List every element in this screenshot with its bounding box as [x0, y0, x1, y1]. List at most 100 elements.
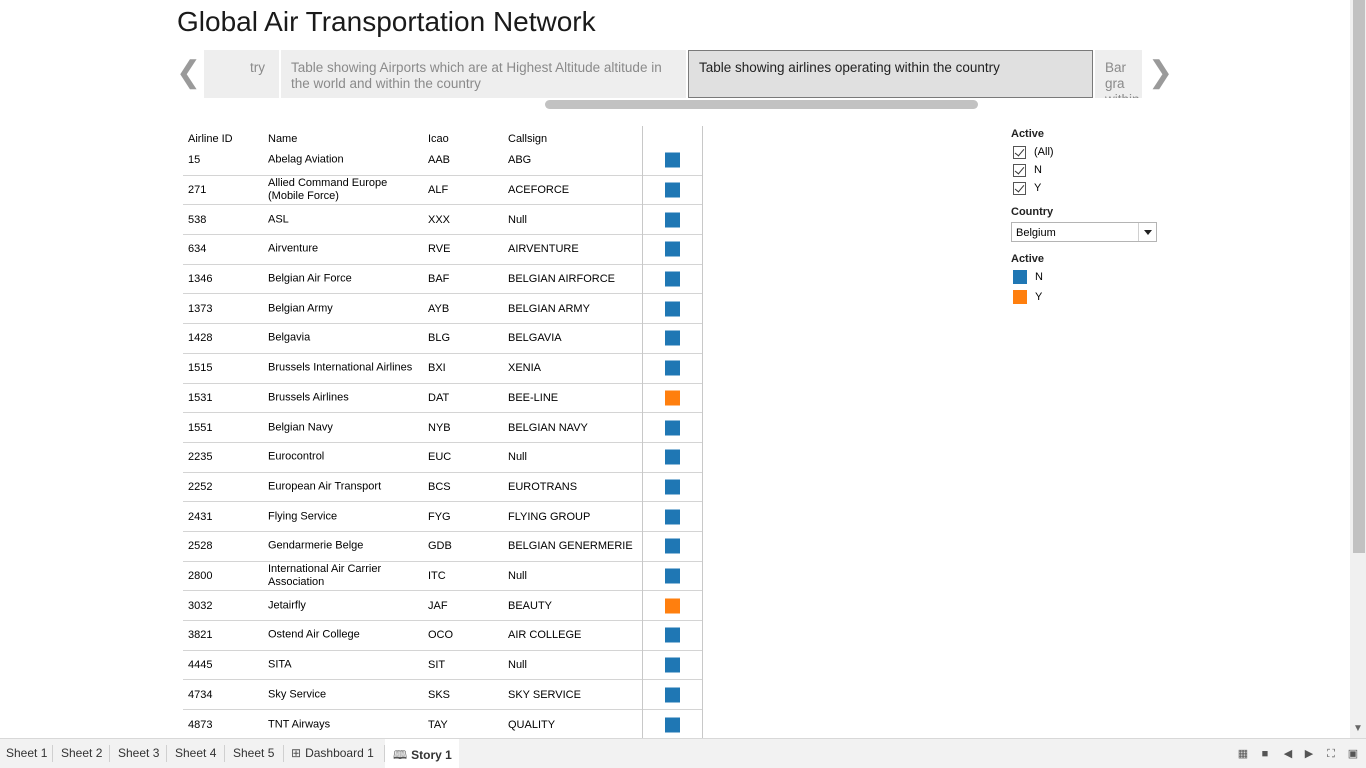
active-color-mark[interactable]: [665, 330, 680, 346]
active-color-mark[interactable]: [665, 212, 680, 228]
legend-item-y[interactable]: Y: [1013, 287, 1161, 307]
table-row[interactable]: 1551 Belgian Navy NYB BELGIAN NAVY: [183, 413, 702, 443]
table-header: Airline ID Name Icao Callsign: [183, 126, 702, 146]
next-story-point-arrow-icon[interactable]: ❯: [1148, 58, 1173, 90]
table-row[interactable]: 271 Allied Command Europe (Mobile Force) A…: [183, 176, 702, 206]
cell-airline-id: 1346: [188, 273, 213, 286]
active-color-mark[interactable]: [665, 449, 680, 465]
show-filmstrip-icon[interactable]: ■: [1258, 747, 1272, 761]
table-row[interactable]: 634 Airventure RVE AIRVENTURE: [183, 235, 702, 265]
color-legend: N Y: [1011, 267, 1161, 307]
page-scrollbar-thumb[interactable]: [1353, 0, 1365, 553]
table-row[interactable]: 4445 SITA SIT Null: [183, 651, 702, 681]
active-color-mark[interactable]: [665, 271, 680, 287]
active-color-mark[interactable]: [665, 627, 680, 643]
table-row[interactable]: 1428 Belgavia BLG BELGAVIA: [183, 324, 702, 354]
header-icao: Icao: [428, 133, 449, 145]
cell-airline-id: 1551: [188, 421, 213, 434]
cell-name: International Air Carrier Association: [268, 562, 382, 588]
page-scrollbar[interactable]: ▼: [1350, 0, 1366, 738]
cell-icao: SKS: [428, 688, 451, 701]
table-row[interactable]: 1515 Brussels International Airlines BXI XE…: [183, 354, 702, 384]
table-row[interactable]: 4873 TNT Airways TAY QUALITY: [183, 710, 702, 738]
cell-callsign: Null: [508, 659, 527, 672]
active-filter-option-all[interactable]: (All): [1013, 143, 1161, 161]
tab-sheet-1[interactable]: Sheet 1: [0, 739, 52, 768]
show-sheet-sorter-icon[interactable]: ▦: [1236, 747, 1250, 761]
presentation-mode-icon[interactable]: ▣: [1346, 747, 1360, 761]
cell-name: SITA: [268, 658, 292, 671]
cell-icao: BLG: [428, 332, 451, 345]
table-divider: [642, 126, 643, 738]
table-divider: [702, 126, 703, 738]
active-color-mark[interactable]: [665, 360, 680, 376]
tab-story-1[interactable]: 🕮 Story 1: [385, 739, 459, 768]
table-row[interactable]: 1373 Belgian Army AYB BELGIAN ARMY: [183, 294, 702, 325]
table-row[interactable]: 2252 European Air Transport BCS EUROTRANS: [183, 473, 702, 503]
country-dropdown[interactable]: Belgium: [1011, 222, 1157, 242]
cell-icao: BXI: [428, 362, 446, 375]
table-row[interactable]: 4734 Sky Service SKS SKY SERVICE: [183, 680, 702, 711]
cell-icao: NYB: [428, 421, 451, 434]
story-point-1[interactable]: try: [204, 50, 279, 98]
table-row[interactable]: 2235 Eurocontrol EUC Null: [183, 443, 702, 473]
active-color-mark[interactable]: [665, 182, 680, 198]
checkbox-checked-icon[interactable]: [1013, 145, 1026, 159]
active-color-mark[interactable]: [665, 509, 680, 525]
previous-sheet-icon[interactable]: ◀: [1281, 747, 1295, 761]
story-point-3[interactable]: Table showing airlines operating within …: [688, 50, 1093, 98]
tab-sheet-4[interactable]: Sheet 4: [167, 739, 224, 768]
chevron-down-icon[interactable]: [1138, 223, 1156, 241]
active-color-mark[interactable]: [665, 657, 680, 673]
checkbox-checked-icon[interactable]: [1013, 181, 1026, 195]
legend-item-n[interactable]: N: [1013, 267, 1161, 287]
active-color-mark[interactable]: [665, 152, 680, 168]
cell-name: Sky Service: [268, 688, 327, 701]
cell-name: Belgian Army: [268, 302, 333, 315]
table-row[interactable]: 2800 International Air Carrier Associatio…: [183, 562, 702, 592]
tab-dashboard-1[interactable]: ⊞ Dashboard 1: [284, 739, 384, 768]
active-color-mark[interactable]: [665, 420, 680, 436]
story-point-2[interactable]: Table showing Airports which are at High…: [281, 50, 686, 98]
checkbox-checked-icon[interactable]: [1013, 163, 1026, 177]
story-navigator: try Table showing Airports which are at …: [204, 50, 1142, 98]
tab-sheet-3[interactable]: Sheet 3: [110, 739, 166, 768]
legend-swatch: [1013, 270, 1027, 284]
active-filter-option-n[interactable]: N: [1013, 161, 1161, 179]
table-row[interactable]: 15 Abelag Aviation AAB ABG: [183, 146, 702, 176]
table-row[interactable]: 538 ASL XXX Null: [183, 205, 702, 236]
cell-name: Eurocontrol: [268, 450, 325, 463]
table-row[interactable]: 2528 Gendarmerie Belge GDB BELGIAN GENERMER…: [183, 532, 702, 562]
navigator-scrollbar[interactable]: [545, 100, 978, 109]
fullscreen-icon[interactable]: ⛶: [1324, 747, 1338, 761]
active-color-mark[interactable]: [665, 687, 680, 703]
header-callsign: Callsign: [508, 133, 548, 145]
table-row[interactable]: 3821 Ostend Air College OCO AIR COLLEGE: [183, 621, 702, 651]
table-row[interactable]: 3032 Jetairfly JAF BEAUTY: [183, 591, 702, 621]
active-color-mark[interactable]: [665, 538, 680, 554]
active-color-mark[interactable]: [665, 479, 680, 495]
active-filter-option-label: N: [1034, 164, 1042, 176]
active-color-mark[interactable]: [665, 301, 680, 317]
tab-sheet-2[interactable]: Sheet 2: [53, 739, 109, 768]
active-color-mark[interactable]: [665, 598, 680, 614]
previous-story-point-arrow-icon[interactable]: ❮: [176, 58, 201, 90]
active-filter-option-y[interactable]: Y: [1013, 179, 1161, 197]
cell-callsign: EUROTRANS: [508, 480, 578, 493]
story-point-4[interactable]: Bar gra within: [1095, 50, 1142, 98]
tab-label: Sheet 1: [6, 746, 48, 760]
next-sheet-icon[interactable]: ▶: [1302, 747, 1316, 761]
tab-sheet-5[interactable]: Sheet 5: [225, 739, 283, 768]
table-row[interactable]: 2431 Flying Service FYG FLYING GROUP: [183, 502, 702, 532]
active-color-mark[interactable]: [665, 241, 680, 257]
cell-name: Flying Service: [268, 510, 338, 523]
scroll-down-arrow-icon[interactable]: ▼: [1353, 724, 1363, 734]
cell-callsign: BEAUTY: [508, 599, 553, 612]
active-color-mark[interactable]: [665, 390, 680, 406]
cell-callsign: BELGIAN GENERMERIE: [508, 540, 633, 553]
active-color-mark[interactable]: [665, 568, 680, 584]
table-row[interactable]: 1531 Brussels Airlines DAT BEE-LINE: [183, 384, 702, 414]
active-color-mark[interactable]: [665, 717, 680, 733]
table-row[interactable]: 1346 Belgian Air Force BAF BELGIAN AIRFORCE: [183, 265, 702, 295]
active-filter: (All) N Y: [1011, 143, 1161, 197]
